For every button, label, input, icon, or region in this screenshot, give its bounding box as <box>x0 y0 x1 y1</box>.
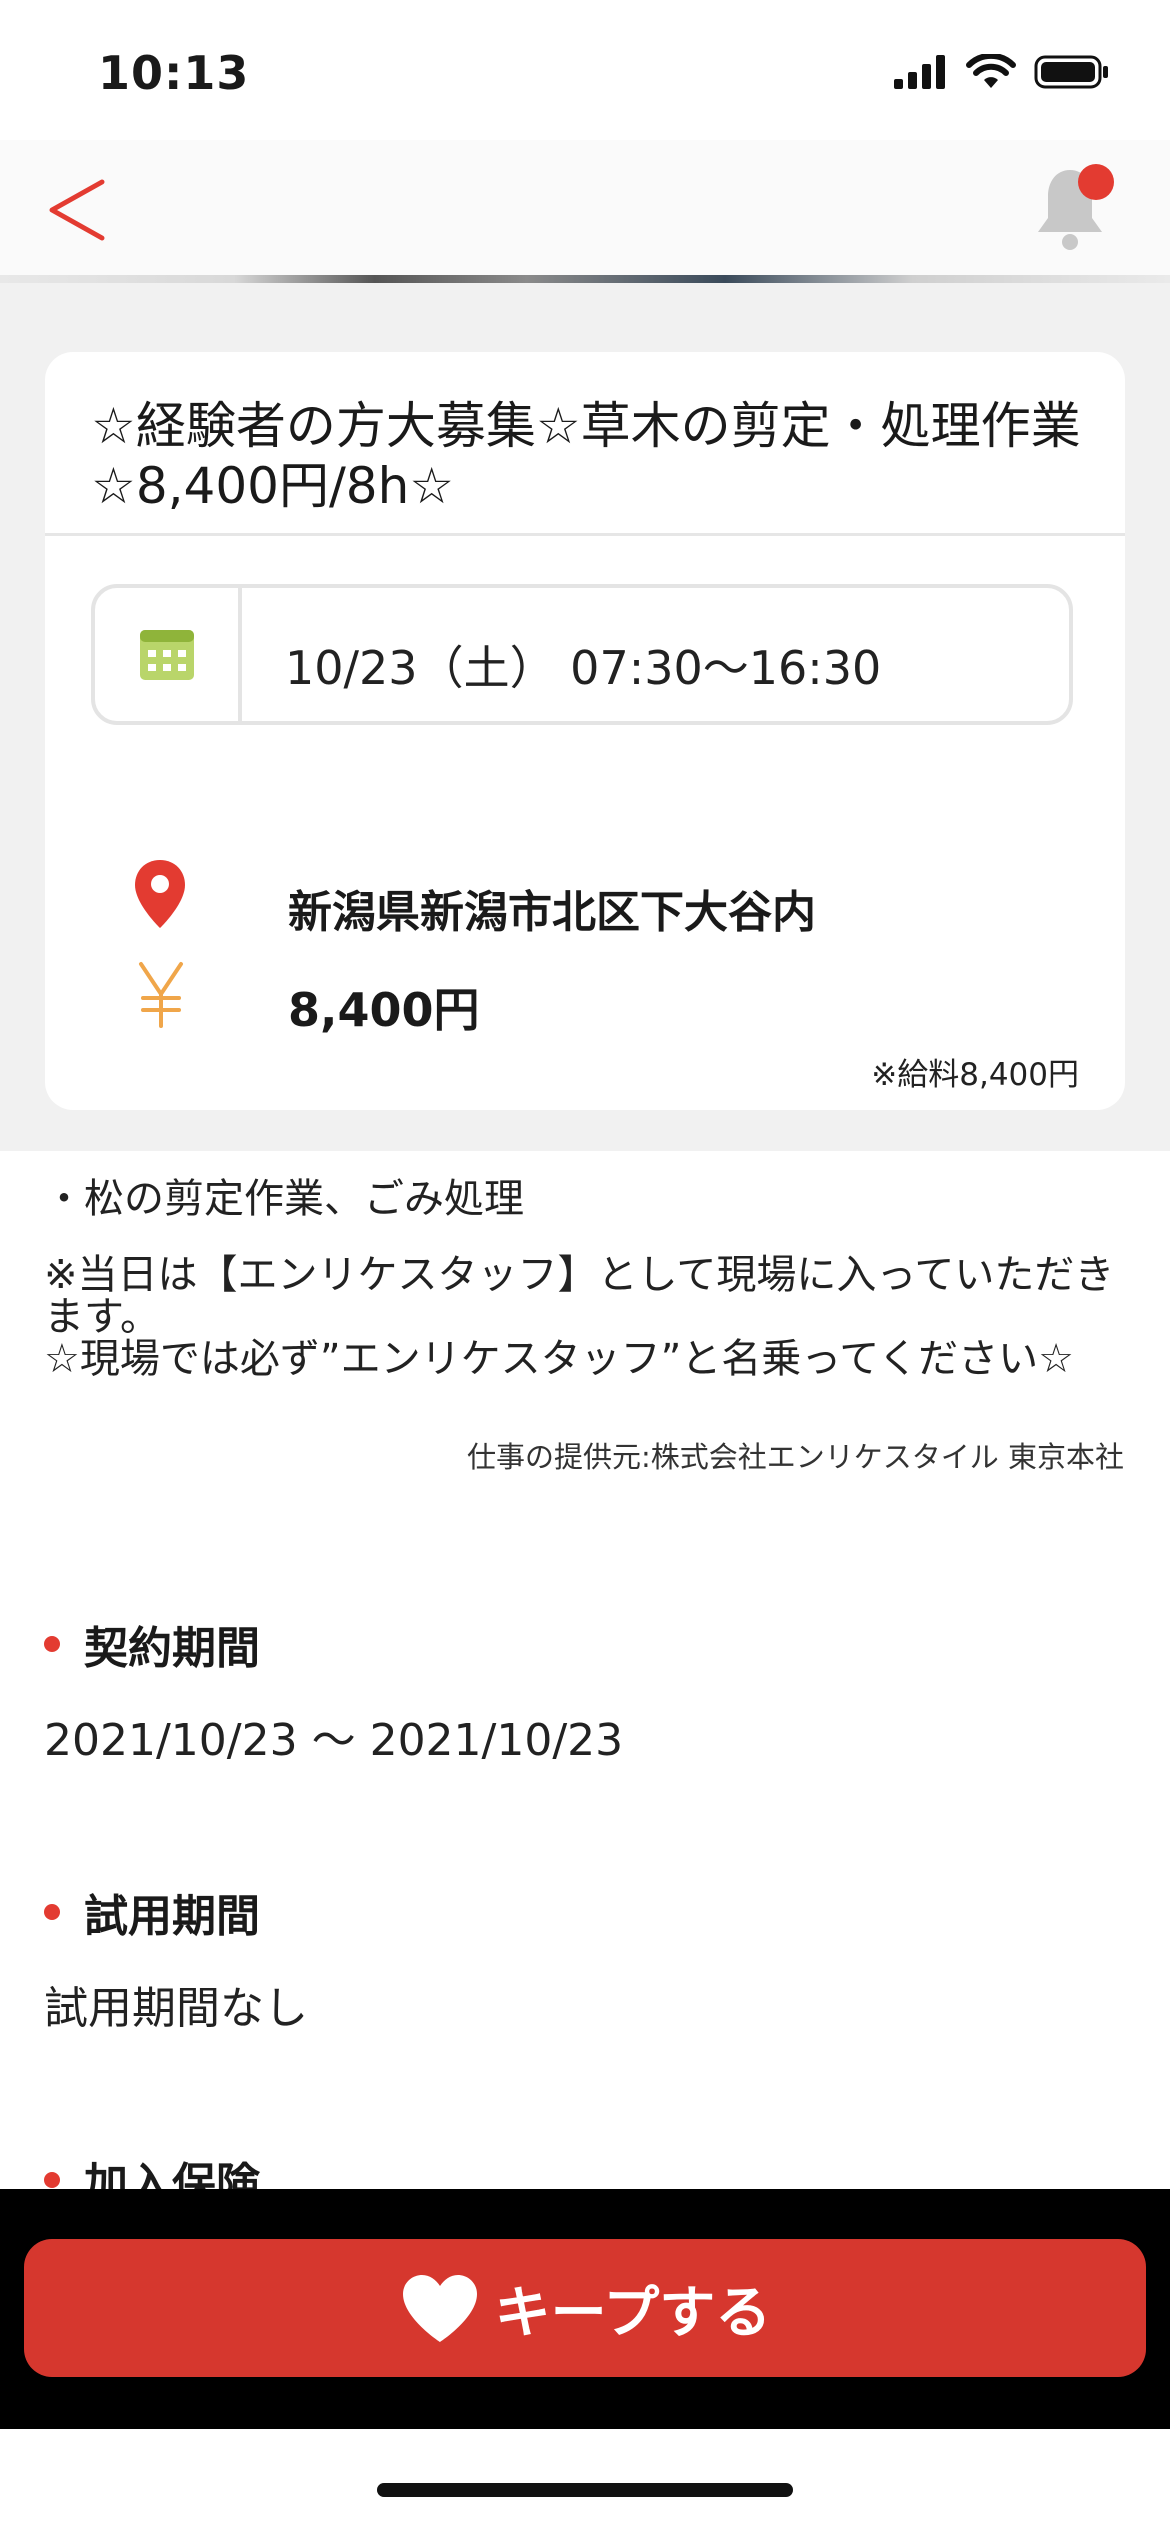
notification-bell-button[interactable] <box>1020 160 1120 260</box>
job-date: 10/23（土） 07:30〜16:30 <box>285 641 882 695</box>
card-divider <box>45 533 1125 536</box>
chevron-left-icon <box>49 179 105 241</box>
signal-icon <box>894 55 945 89</box>
home-indicator-area <box>0 2429 1170 2532</box>
keep-button-label: キープする <box>494 2280 772 2346</box>
contract-period-label: 契約期間 <box>84 1623 260 1674</box>
job-title: ☆経験者の方大募集☆草木の剪定・処理作業☆8,400円/8h☆ <box>91 397 1081 515</box>
job-provider: 仕事の提供元:株式会社エンリケスタイル 東京本社 <box>467 1440 1124 1474</box>
description-note: ※当日は【エンリケスタッフ】として現場に入っていただきます。 ☆現場では必ず”エ… <box>44 1252 1115 1382</box>
battery-icon <box>1034 55 1108 89</box>
description-line: ・松の剪定作業、ごみ処理 <box>44 1176 524 1222</box>
job-summary-section: ☆経験者の方大募集☆草木の剪定・処理作業☆8,400円/8h☆ 10/23（土）… <box>0 283 1170 1151</box>
contract-period-value: 2021/10/23 〜 2021/10/23 <box>44 1715 624 1766</box>
trial-period-label: 試用期間 <box>84 1891 260 1942</box>
keep-button[interactable]: キープする <box>24 2239 1146 2377</box>
status-bar: 10:13 <box>0 0 1170 140</box>
status-icons <box>894 52 1110 92</box>
bullet-dot <box>44 1904 60 1920</box>
job-card: ☆経験者の方大募集☆草木の剪定・処理作業☆8,400円/8h☆ 10/23（土）… <box>45 352 1125 1110</box>
home-indicator[interactable] <box>377 2483 793 2497</box>
contract-period-heading: 契約期間 <box>44 1612 260 1676</box>
wage-row: 8,400円 <box>45 960 1125 1040</box>
status-time: 10:13 <box>98 46 250 100</box>
date-box: 10/23（土） 07:30〜16:30 <box>91 584 1073 725</box>
wifi-icon <box>966 54 1016 88</box>
bottom-action-bar: キープする <box>0 2189 1170 2429</box>
job-location: 新潟県新潟市北区下大谷内 <box>288 887 816 938</box>
wage-note: ※給料8,400円 <box>871 1057 1079 1093</box>
nav-bar <box>0 140 1170 275</box>
calendar-icon <box>139 629 194 680</box>
map-pin-icon <box>135 860 185 928</box>
job-description: ・松の剪定作業、ごみ処理 ※当日は【エンリケスタッフ】として現場に入っていただき… <box>44 1178 1134 1380</box>
bullet-dot <box>44 1636 60 1652</box>
date-icon-cell <box>95 588 242 721</box>
location-row: 新潟県新潟市北区下大谷内 <box>45 860 1125 942</box>
hero-image-edge <box>0 275 1170 283</box>
back-button[interactable] <box>40 170 130 250</box>
heart-icon <box>402 2275 477 2342</box>
job-wage: 8,400円 <box>288 983 480 1037</box>
trial-period-value: 試用期間なし <box>44 1983 308 2034</box>
yen-icon <box>139 962 183 1028</box>
notification-badge <box>1078 164 1114 200</box>
bullet-dot <box>44 2172 60 2188</box>
trial-period-heading: 試用期間 <box>44 1880 260 1944</box>
